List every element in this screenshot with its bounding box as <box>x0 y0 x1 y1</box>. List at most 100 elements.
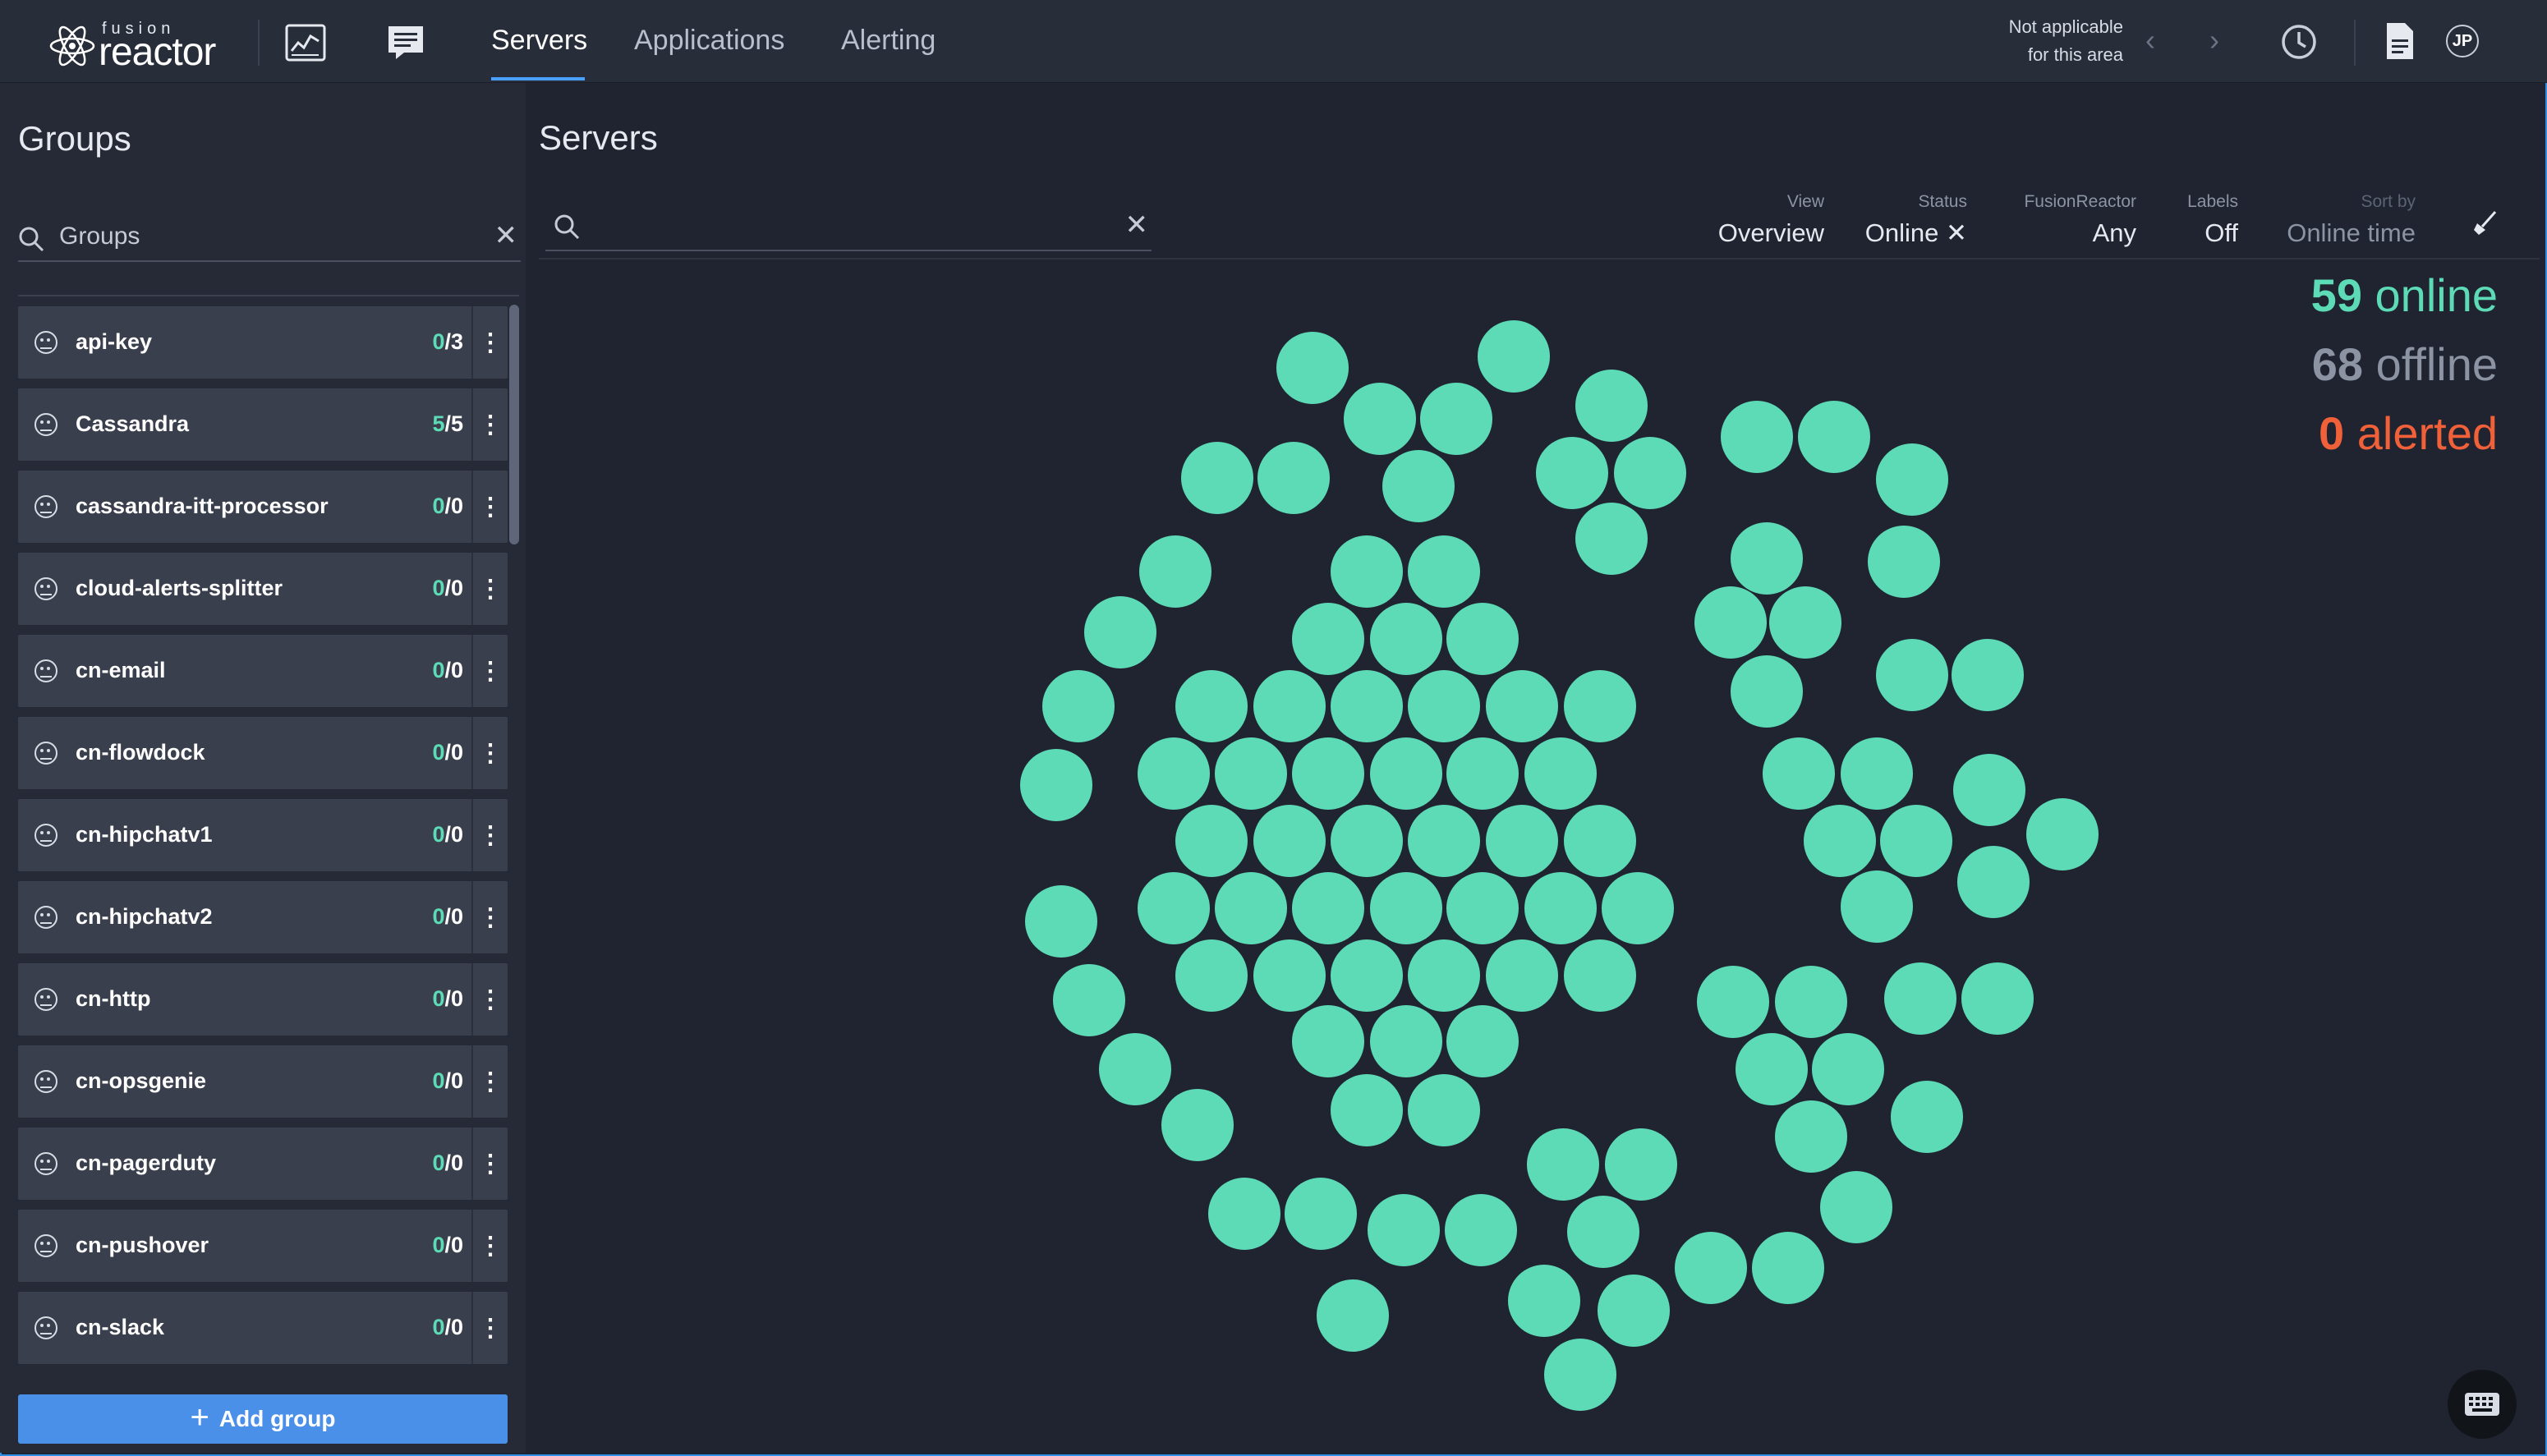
view-filter[interactable]: View Overview <box>1718 192 1824 248</box>
server-node[interactable] <box>1769 586 1841 659</box>
group-item[interactable]: Cassandra 5/5 ⋮ <box>18 388 508 461</box>
server-node[interactable] <box>1285 1178 1357 1250</box>
server-node[interactable] <box>1752 1232 1824 1304</box>
server-node[interactable] <box>1675 1232 1747 1304</box>
server-node[interactable] <box>1812 1033 1884 1105</box>
server-node[interactable] <box>1370 1005 1442 1077</box>
clear-search-icon[interactable]: ✕ <box>494 219 518 252</box>
group-menu-icon[interactable]: ⋮ <box>471 388 508 461</box>
server-node[interactable] <box>2026 798 2099 870</box>
server-node[interactable] <box>1564 939 1636 1012</box>
server-node[interactable] <box>1292 603 1364 675</box>
groups-search-input[interactable]: Groups ✕ <box>18 219 521 262</box>
group-menu-icon[interactable]: ⋮ <box>471 1128 508 1200</box>
server-node[interactable] <box>1331 535 1403 608</box>
group-menu-icon[interactable]: ⋮ <box>471 717 508 789</box>
tab-servers[interactable]: Servers <box>491 25 587 57</box>
server-node[interactable] <box>1368 1194 1440 1266</box>
group-item[interactable]: api-key 0/3 ⋮ <box>18 306 508 379</box>
server-node[interactable] <box>1736 1033 1808 1105</box>
server-node[interactable] <box>1564 670 1636 742</box>
add-group-button[interactable]: + Add group <box>18 1394 508 1444</box>
server-node[interactable] <box>1486 670 1558 742</box>
group-menu-icon[interactable]: ⋮ <box>471 553 508 625</box>
server-node[interactable] <box>1952 639 2024 711</box>
server-node[interactable] <box>1215 737 1287 810</box>
server-node[interactable] <box>1602 872 1674 944</box>
message-icon[interactable] <box>384 23 427 62</box>
server-node[interactable] <box>1138 737 1210 810</box>
group-menu-icon[interactable]: ⋮ <box>471 799 508 871</box>
server-node[interactable] <box>1042 670 1115 742</box>
group-menu-icon[interactable]: ⋮ <box>471 1292 508 1364</box>
group-item[interactable]: cn-flowdock 0/0 ⋮ <box>18 717 508 789</box>
server-node[interactable] <box>1215 872 1287 944</box>
server-node[interactable] <box>1025 885 1097 958</box>
group-menu-icon[interactable]: ⋮ <box>471 1210 508 1282</box>
broom-icon[interactable] <box>2471 209 2500 238</box>
server-node[interactable] <box>1891 1081 1963 1153</box>
server-node[interactable] <box>1020 749 1092 821</box>
server-node[interactable] <box>1253 939 1326 1012</box>
fusionreactor-filter[interactable]: FusionReactor Any <box>2024 192 2136 248</box>
server-node[interactable] <box>1292 1005 1364 1077</box>
server-node[interactable] <box>1841 737 1913 810</box>
server-node[interactable] <box>1953 754 2025 826</box>
server-node[interactable] <box>1508 1265 1580 1337</box>
group-menu-icon[interactable]: ⋮ <box>471 471 508 543</box>
server-node[interactable] <box>1317 1279 1389 1352</box>
server-node[interactable] <box>1408 670 1480 742</box>
server-node[interactable] <box>1253 805 1326 877</box>
alerted-count-stat[interactable]: 0 alerted <box>2311 399 2498 468</box>
status-filter[interactable]: Status Online ✕ <box>1865 192 1967 248</box>
group-item[interactable]: cn-pagerduty 0/0 ⋮ <box>18 1128 508 1200</box>
keyboard-shortcuts-button[interactable] <box>2448 1370 2517 1439</box>
offline-count-stat[interactable]: 68 offline <box>2311 330 2498 399</box>
labels-filter[interactable]: Labels Off <box>2187 192 2238 248</box>
server-node[interactable] <box>1370 603 1442 675</box>
server-node[interactable] <box>1139 535 1211 608</box>
clear-search-icon[interactable]: ✕ <box>1125 209 1149 241</box>
server-node[interactable] <box>1181 442 1253 514</box>
online-count-stat[interactable]: 59 online <box>2311 261 2498 330</box>
server-node[interactable] <box>1138 872 1210 944</box>
server-node[interactable] <box>1161 1089 1234 1161</box>
server-node[interactable] <box>1524 737 1597 810</box>
server-node[interactable] <box>1331 1074 1403 1146</box>
metrics-chart-icon[interactable] <box>284 23 327 62</box>
server-node[interactable] <box>1961 962 2034 1035</box>
chevron-left-icon[interactable]: ‹ <box>2145 23 2155 57</box>
group-item[interactable]: cn-hipchatv1 0/0 ⋮ <box>18 799 508 871</box>
server-node[interactable] <box>1527 1128 1599 1201</box>
group-item[interactable]: cassandra-itt-processor 0/0 ⋮ <box>18 471 508 543</box>
server-node[interactable] <box>1486 939 1558 1012</box>
server-node[interactable] <box>1276 332 1349 404</box>
server-node[interactable] <box>1253 670 1326 742</box>
clock-icon[interactable] <box>2280 23 2318 61</box>
servers-search-input[interactable]: ✕ <box>545 209 1152 251</box>
group-menu-icon[interactable]: ⋮ <box>471 881 508 953</box>
server-node[interactable] <box>1697 966 1769 1038</box>
server-node[interactable] <box>1408 805 1480 877</box>
server-node[interactable] <box>1763 737 1835 810</box>
server-node[interactable] <box>1478 320 1550 393</box>
group-item[interactable]: cn-pushover 0/0 ⋮ <box>18 1210 508 1282</box>
user-avatar[interactable]: JP <box>2446 25 2479 57</box>
group-item[interactable]: cn-hipchatv2 0/0 ⋮ <box>18 881 508 953</box>
group-menu-icon[interactable]: ⋮ <box>471 306 508 379</box>
server-node[interactable] <box>1775 966 1847 1038</box>
group-item[interactable]: cn-opsgenie 0/0 ⋮ <box>18 1045 508 1118</box>
server-node[interactable] <box>1446 1005 1519 1077</box>
server-node[interactable] <box>1331 670 1403 742</box>
group-menu-icon[interactable]: ⋮ <box>471 963 508 1036</box>
server-node[interactable] <box>1370 872 1442 944</box>
server-node[interactable] <box>1292 737 1364 810</box>
server-node[interactable] <box>1841 870 1913 943</box>
server-node[interactable] <box>1564 805 1636 877</box>
server-node[interactable] <box>1175 939 1248 1012</box>
server-node[interactable] <box>1775 1100 1847 1173</box>
server-node[interactable] <box>1257 442 1330 514</box>
server-node[interactable] <box>1544 1339 1616 1411</box>
server-node[interactable] <box>1614 437 1686 509</box>
server-node[interactable] <box>1721 401 1793 473</box>
